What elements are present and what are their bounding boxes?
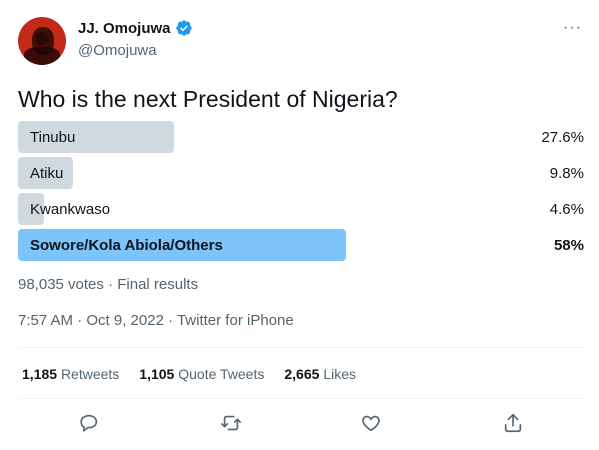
author-name[interactable]: JJ. Omojuwa [78,20,171,37]
poll-option-label: Atiku [30,165,64,182]
engagement-stats: 1,185 Retweets 1,105 Quote Tweets 2,665 … [22,366,356,382]
poll: Tinubu 27.6% Atiku 9.8% Kwankwaso 4.6% Sowore/… [18,121,584,265]
verified-badge-icon [175,19,193,37]
poll-option-percent: 4.6% [549,201,584,218]
author-handle[interactable]: @Omojuwa [78,42,157,59]
poll-option-percent: 58% [553,237,584,254]
poll-option: Sowore/Kola Abiola/Others 58% [18,229,584,261]
share-icon[interactable] [502,412,524,434]
poll-option-label: Kwankwaso [30,201,111,218]
poll-option-percent: 9.8% [549,165,584,182]
tweet-text: Who is the next President of Nigeria? [18,86,398,112]
quote-tweets-stat[interactable]: 1,105 Quote Tweets [139,366,264,382]
tweet-actions [18,410,584,438]
tweet-timestamp[interactable]: 7:57 AM · Oct 9, 2022 · Twitter for iPho… [18,312,294,329]
divider [18,398,584,399]
author-row: JJ. Omojuwa [78,19,193,37]
likes-label: Likes [323,366,356,382]
retweets-count: 1,185 [22,366,58,382]
likes-stat[interactable]: 2,665 Likes [284,366,356,382]
poll-option: Tinubu 27.6% [18,121,584,153]
retweets-label: Retweets [60,366,120,382]
poll-results: 98,035 votes · Final results [18,276,199,293]
divider [18,347,584,348]
reply-icon[interactable] [78,412,100,434]
like-icon[interactable] [360,412,382,434]
more-options-icon[interactable]: ··· [563,20,582,36]
poll-option-percent: 27.6% [541,129,584,146]
poll-option: Atiku 9.8% [18,157,584,189]
avatar[interactable] [18,17,66,65]
poll-option-label: Sowore/Kola Abiola/Others [30,237,223,254]
retweets-stat[interactable]: 1,185 Retweets [22,366,119,382]
quote-tweets-label: Quote Tweets [178,366,265,382]
poll-option-label: Tinubu [30,129,76,146]
retweet-icon[interactable] [220,412,242,434]
likes-count: 2,665 [284,366,320,382]
quote-tweets-count: 1,105 [139,366,175,382]
poll-option: Kwankwaso 4.6% [18,193,584,225]
